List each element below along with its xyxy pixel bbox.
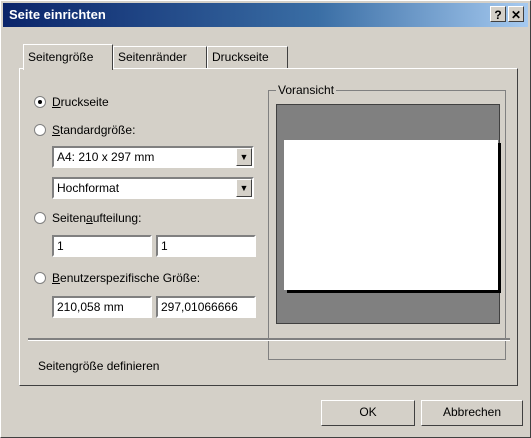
cancel-button[interactable]: Abbrechen	[421, 400, 523, 426]
radio-indicator[interactable]	[34, 95, 46, 108]
radio-custom-size[interactable]: Benutzerspezifische Größe:	[34, 270, 200, 285]
dropdown-value: Hochformat	[57, 181, 120, 195]
dropdown-value: A4: 210 x 297 mm	[57, 150, 155, 164]
radio-indicator[interactable]	[34, 271, 46, 284]
close-button[interactable]: ✕	[508, 6, 524, 22]
radio-indicator[interactable]	[34, 123, 46, 136]
orientation-dropdown[interactable]: Hochformat ▼	[52, 177, 254, 199]
radio-label: Seitenaufteilung:	[52, 210, 142, 225]
tab-druckseite[interactable]: Druckseite	[207, 46, 288, 68]
tiling-x-input[interactable]: 1	[52, 235, 152, 257]
chevron-down-icon[interactable]: ▼	[236, 148, 252, 166]
custom-height-input[interactable]: 297,01066666	[156, 296, 256, 318]
title-bar[interactable]: Seite einrichten ? ✕	[3, 3, 528, 27]
tab-seitengroesse[interactable]: Seitengröße	[23, 44, 113, 70]
ok-button[interactable]: OK	[321, 400, 415, 426]
tab-label: Druckseite	[212, 50, 269, 64]
window-title: Seite einrichten	[9, 7, 106, 22]
radio-label: Benutzerspezifische Größe:	[52, 270, 201, 285]
preview-paper	[284, 140, 498, 290]
radio-standard-size[interactable]: Standardgröße:	[34, 122, 135, 137]
help-button[interactable]: ?	[490, 6, 506, 22]
tab-label: Seitenränder	[118, 50, 187, 64]
status-text: Seitengröße definieren	[38, 359, 160, 373]
custom-width-input[interactable]: 210,058 mm	[52, 296, 152, 318]
preview-label: Voransicht	[276, 83, 337, 97]
chevron-down-icon[interactable]: ▼	[236, 179, 252, 197]
tiling-y-input[interactable]: 1	[156, 235, 256, 257]
radio-label: Standardgröße:	[52, 122, 136, 137]
radio-indicator[interactable]	[34, 211, 46, 224]
tab-label: Seitengröße	[28, 50, 94, 64]
tab-seitenraender[interactable]: Seitenränder	[113, 46, 207, 68]
paper-size-dropdown[interactable]: A4: 210 x 297 mm ▼	[52, 146, 254, 168]
radio-print-page[interactable]: Druckseite	[34, 94, 109, 109]
separator	[28, 338, 510, 341]
radio-tiling[interactable]: Seitenaufteilung:	[34, 210, 141, 225]
radio-label: Druckseite	[52, 94, 109, 109]
